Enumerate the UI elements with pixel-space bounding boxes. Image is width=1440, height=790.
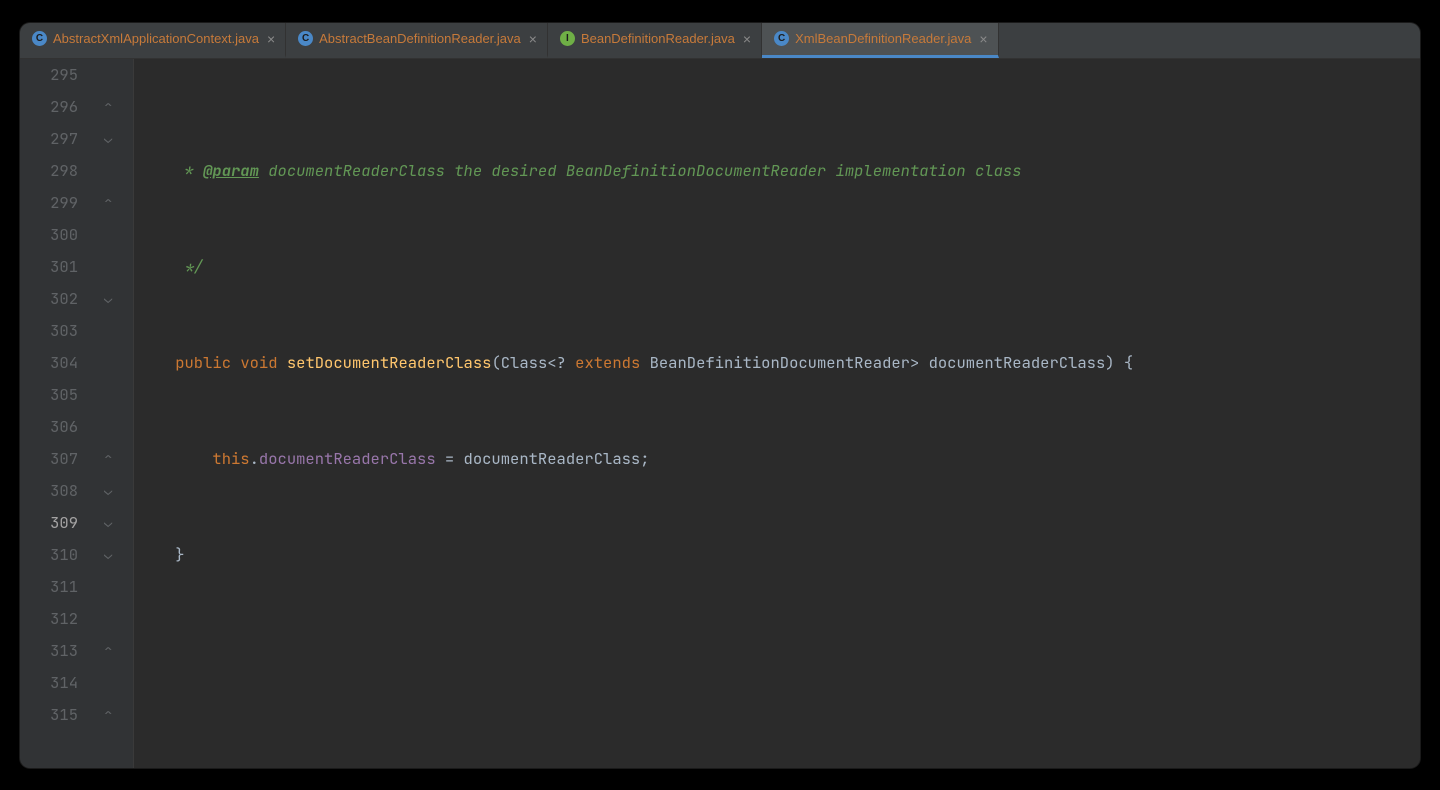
line-number[interactable]: 296 (20, 91, 78, 123)
method-signature: public void setDocumentReaderClass(Class… (138, 347, 1420, 379)
fold-toggle-icon[interactable]: ⌃ (104, 91, 112, 123)
fold-toggle-icon[interactable]: ⌄ (104, 123, 112, 155)
line-number[interactable]: 311 (20, 571, 78, 603)
line-number[interactable]: 314 (20, 667, 78, 699)
code-line: this.documentReaderClass = documentReade… (138, 443, 1420, 475)
file-type-icon: C (774, 31, 789, 46)
tab-label: BeanDefinitionReader.java (581, 31, 735, 46)
line-number[interactable]: 306 (20, 411, 78, 443)
line-number[interactable]: 295 (20, 59, 78, 91)
fold-column: ⌃⌄⌃⌄⌃⌄⌄⌄⌃⌃ (96, 59, 134, 768)
javadoc-param-tag: @param (203, 155, 259, 187)
tab-label: AbstractXmlApplicationContext.java (53, 31, 259, 46)
fold-toggle-icon[interactable]: ⌃ (104, 635, 112, 667)
line-number[interactable]: 301 (20, 251, 78, 283)
line-number[interactable]: 310 (20, 539, 78, 571)
javadoc-close: */ (138, 251, 203, 283)
editor-tab[interactable]: I BeanDefinitionReader.java × (548, 23, 762, 58)
close-icon[interactable]: × (265, 31, 277, 47)
line-number[interactable]: 309 (20, 507, 78, 539)
line-number[interactable]: 300 (20, 219, 78, 251)
fold-toggle-icon[interactable]: ⌄ (104, 475, 112, 507)
line-number[interactable]: 304 (20, 347, 78, 379)
line-number[interactable]: 299 (20, 187, 78, 219)
gutter: 2952962972982993003013023033043053063073… (20, 59, 96, 768)
file-type-icon: I (560, 31, 575, 46)
close-icon[interactable]: × (977, 31, 989, 47)
tab-label: AbstractBeanDefinitionReader.java (319, 31, 521, 46)
javadoc-text: documentReaderClass the desired BeanDefi… (259, 155, 1022, 187)
editor-tab[interactable]: C AbstractXmlApplicationContext.java × (20, 23, 286, 58)
editor-window: C AbstractXmlApplicationContext.java × C Abs… (20, 23, 1420, 768)
code-body[interactable]: * @param documentReaderClass the desired… (134, 59, 1420, 768)
file-type-icon: C (298, 31, 313, 46)
file-type-icon: C (32, 31, 47, 46)
fold-toggle-icon[interactable]: ⌃ (104, 187, 112, 219)
line-number[interactable]: 308 (20, 475, 78, 507)
fold-toggle-icon[interactable]: ⌃ (104, 699, 112, 731)
tab-bar: C AbstractXmlApplicationContext.java × C Abs… (20, 23, 1420, 59)
line-number[interactable]: 312 (20, 603, 78, 635)
tab-label: XmlBeanDefinitionReader.java (795, 31, 971, 46)
fold-toggle-icon[interactable]: ⌄ (104, 539, 112, 571)
line-number[interactable]: 315 (20, 699, 78, 731)
line-number[interactable]: 305 (20, 379, 78, 411)
fold-toggle-icon[interactable]: ⌄ (104, 283, 112, 315)
line-number[interactable]: 303 (20, 315, 78, 347)
line-number[interactable]: 313 (20, 635, 78, 667)
close-icon[interactable]: × (527, 31, 539, 47)
fold-toggle-icon[interactable]: ⌃ (104, 443, 112, 475)
code-line: } (138, 539, 1420, 571)
line-number[interactable]: 307 (20, 443, 78, 475)
fold-toggle-icon[interactable]: ⌄ (104, 507, 112, 539)
editor-tab[interactable]: C XmlBeanDefinitionReader.java × (762, 23, 999, 58)
line-number[interactable]: 302 (20, 283, 78, 315)
editor-tab[interactable]: C AbstractBeanDefinitionReader.java × (286, 23, 548, 58)
line-number[interactable]: 298 (20, 155, 78, 187)
code-area: 2952962972982993003013023033043053063073… (20, 59, 1420, 768)
line-number[interactable]: 297 (20, 123, 78, 155)
close-icon[interactable]: × (741, 31, 753, 47)
